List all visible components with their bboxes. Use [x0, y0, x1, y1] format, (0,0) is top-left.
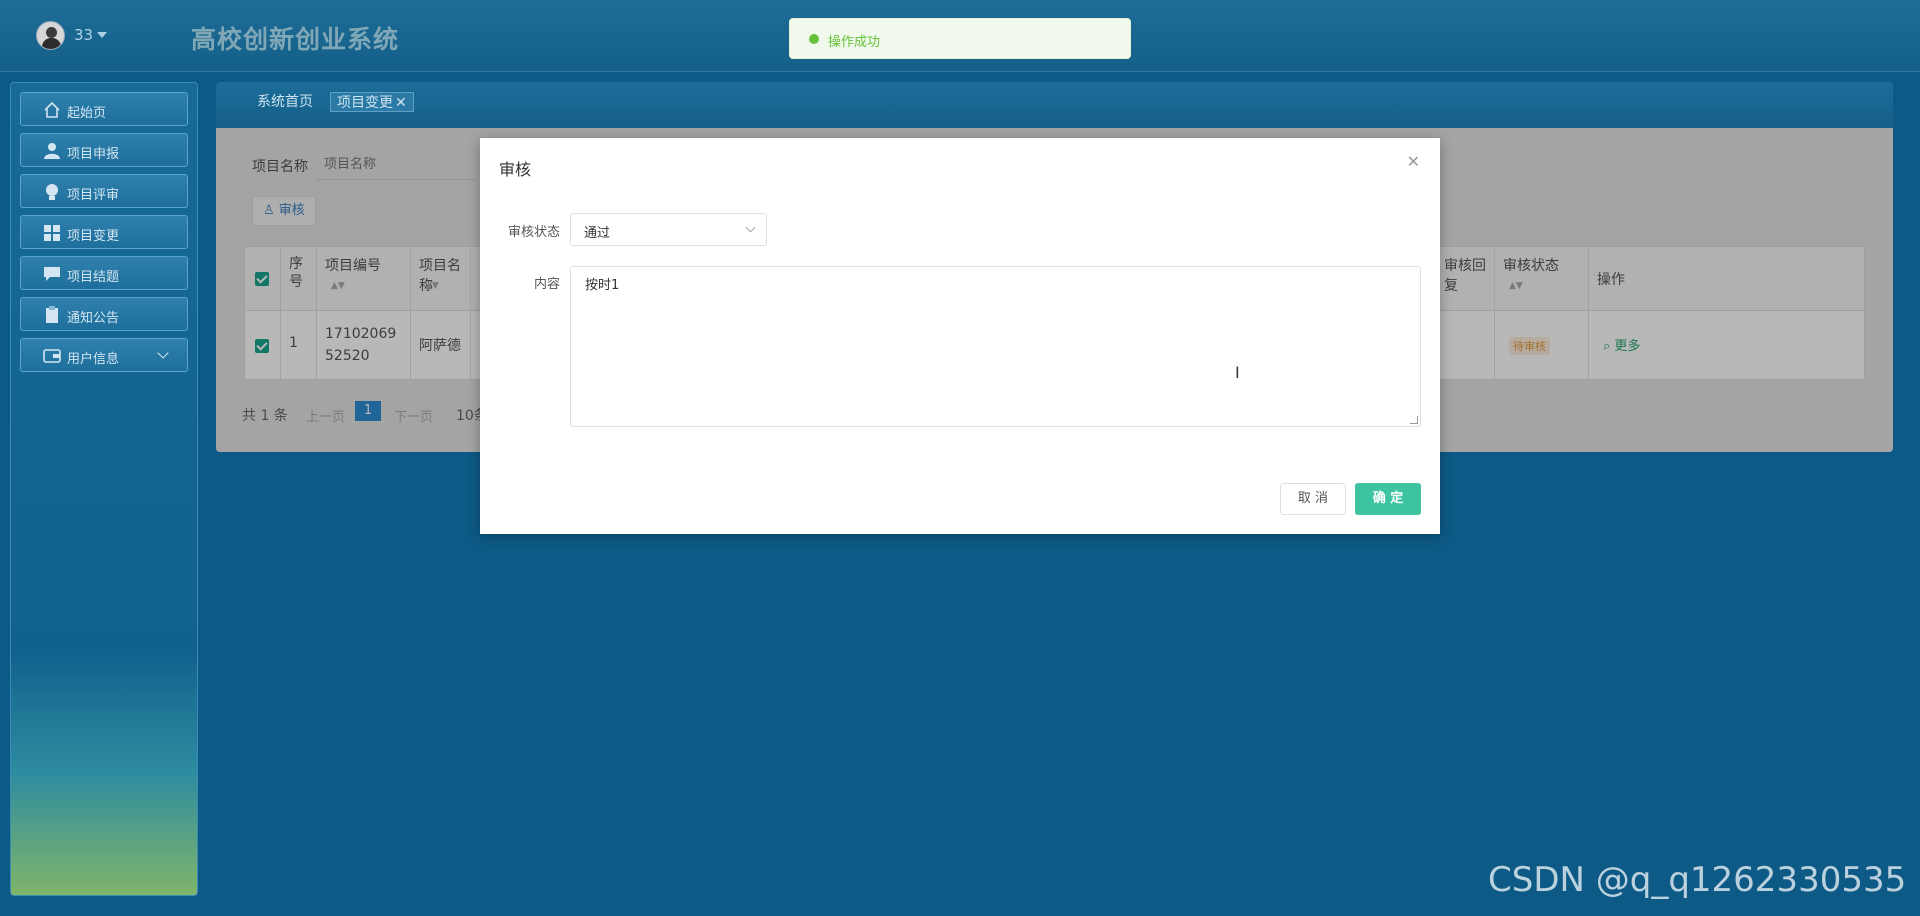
tab-project-change[interactable]: 项目变更 ✕: [330, 92, 414, 112]
dialog-title: 审核: [499, 160, 532, 179]
chat-icon: [44, 267, 60, 281]
text-cursor-icon: I: [1235, 363, 1240, 382]
audit-dialog: 审核 ✕ 审核状态 通过 内容 按时1 I 取 消 确 定: [480, 138, 1440, 534]
user-icon: [44, 143, 60, 159]
sidebar-item-userinfo[interactable]: 用户信息: [20, 338, 188, 372]
tabs-bar: 系统首页 项目变更 ✕: [216, 82, 1893, 128]
close-icon[interactable]: ✕: [1407, 152, 1420, 171]
cancel-button[interactable]: 取 消: [1280, 483, 1346, 515]
sidebar-item-apply[interactable]: 项目申报: [20, 133, 188, 167]
tab-home[interactable]: 系统首页: [251, 92, 319, 112]
sidebar-item-review[interactable]: 项目评审: [20, 174, 188, 208]
user-avatar[interactable]: [36, 21, 65, 50]
resize-handle-icon[interactable]: [1410, 416, 1418, 424]
sidebar: 起始页 项目申报 项目评审 项目变更 项目结题 通知公告 用户信息: [10, 82, 198, 896]
watermark: CSDN @q_q1262330535: [1488, 860, 1907, 900]
success-toast: 操作成功: [789, 18, 1131, 59]
success-icon: [809, 34, 819, 44]
sidebar-item-notice[interactable]: 通知公告: [20, 297, 188, 331]
chevron-down-icon: [745, 222, 756, 233]
sidebar-item-home[interactable]: 起始页: [20, 92, 188, 126]
status-label: 审核状态: [508, 225, 561, 240]
sidebar-item-close[interactable]: 项目结题: [20, 256, 188, 290]
status-select[interactable]: 通过: [570, 213, 767, 246]
grid-icon: [44, 225, 60, 241]
confirm-button[interactable]: 确 定: [1355, 483, 1421, 515]
toast-message: 操作成功: [828, 35, 881, 50]
lightbulb-icon: [46, 184, 58, 200]
wallet-icon: [43, 349, 61, 363]
chevron-down-icon: [157, 347, 169, 359]
clipboard-icon: [46, 306, 58, 323]
content-textarea[interactable]: 按时1: [570, 266, 1421, 427]
system-title: 高校创新创业系统: [191, 25, 400, 54]
user-name[interactable]: 33: [74, 26, 93, 44]
sidebar-item-change[interactable]: 项目变更: [20, 215, 188, 249]
close-icon[interactable]: ✕: [395, 95, 407, 111]
caret-down-icon[interactable]: [97, 32, 107, 38]
home-icon: [44, 101, 60, 118]
content-label: 内容: [534, 277, 561, 292]
